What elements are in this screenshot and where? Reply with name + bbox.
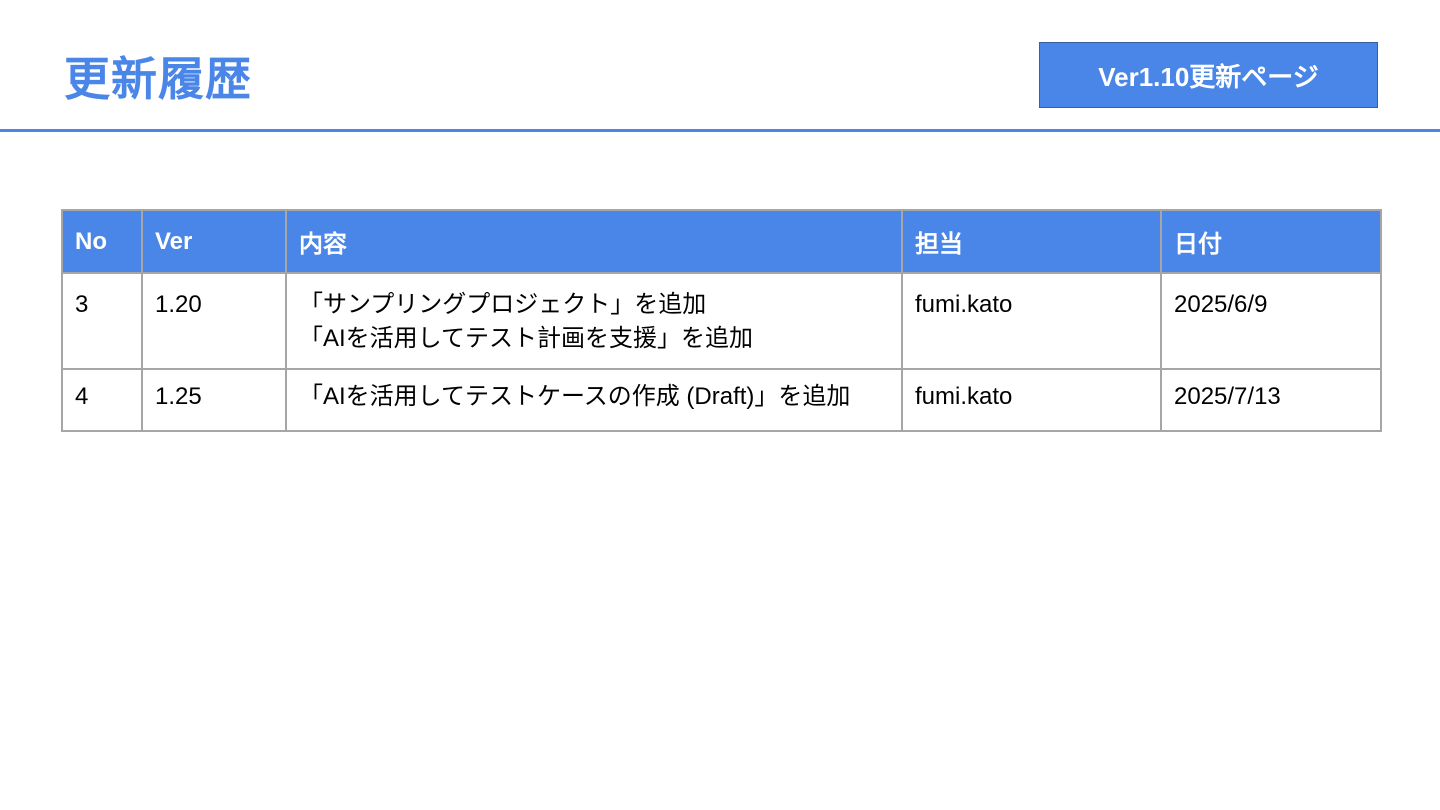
table-row: 3 1.20 「サンプリングプロジェクト」を追加 「AIを活用してテスト計画を支… [61,272,1382,370]
table-header-row: No Ver 内容 担当 日付 [61,209,1382,274]
column-header-owner: 担当 [901,209,1162,274]
cell-owner: fumi.kato [901,368,1162,432]
ver-1-10-update-page-button[interactable]: Ver1.10更新ページ [1039,42,1378,108]
content-line: 「サンプリングプロジェクト」を追加 [299,291,707,318]
cell-date: 2025/7/13 [1160,368,1382,432]
cell-content: 「AIを活用してテストケースの作成 (Draft)」を追加 [285,368,903,432]
cell-no: 3 [61,272,143,370]
update-history-table: No Ver 内容 担当 日付 3 1.20 「サンプリングプロジェクト」を追加… [61,209,1382,432]
cell-owner: fumi.kato [901,272,1162,370]
cell-ver: 1.20 [141,272,287,370]
table-row: 4 1.25 「AIを活用してテストケースの作成 (Draft)」を追加 fum… [61,368,1382,432]
content-line: 「AIを活用してテスト計画を支援」を追加 [299,325,753,352]
content-line: 「AIを活用してテストケースの作成 (Draft)」を追加 [299,383,851,410]
header-divider [0,129,1440,132]
cell-ver: 1.25 [141,368,287,432]
column-header-content: 内容 [285,209,903,274]
page-title: 更新履歴 [64,52,252,106]
cell-no: 4 [61,368,143,432]
column-header-ver: Ver [141,209,287,274]
cell-content: 「サンプリングプロジェクト」を追加 「AIを活用してテスト計画を支援」を追加 [285,272,903,370]
column-header-no: No [61,209,143,274]
cell-date: 2025/6/9 [1160,272,1382,370]
column-header-date: 日付 [1160,209,1382,274]
